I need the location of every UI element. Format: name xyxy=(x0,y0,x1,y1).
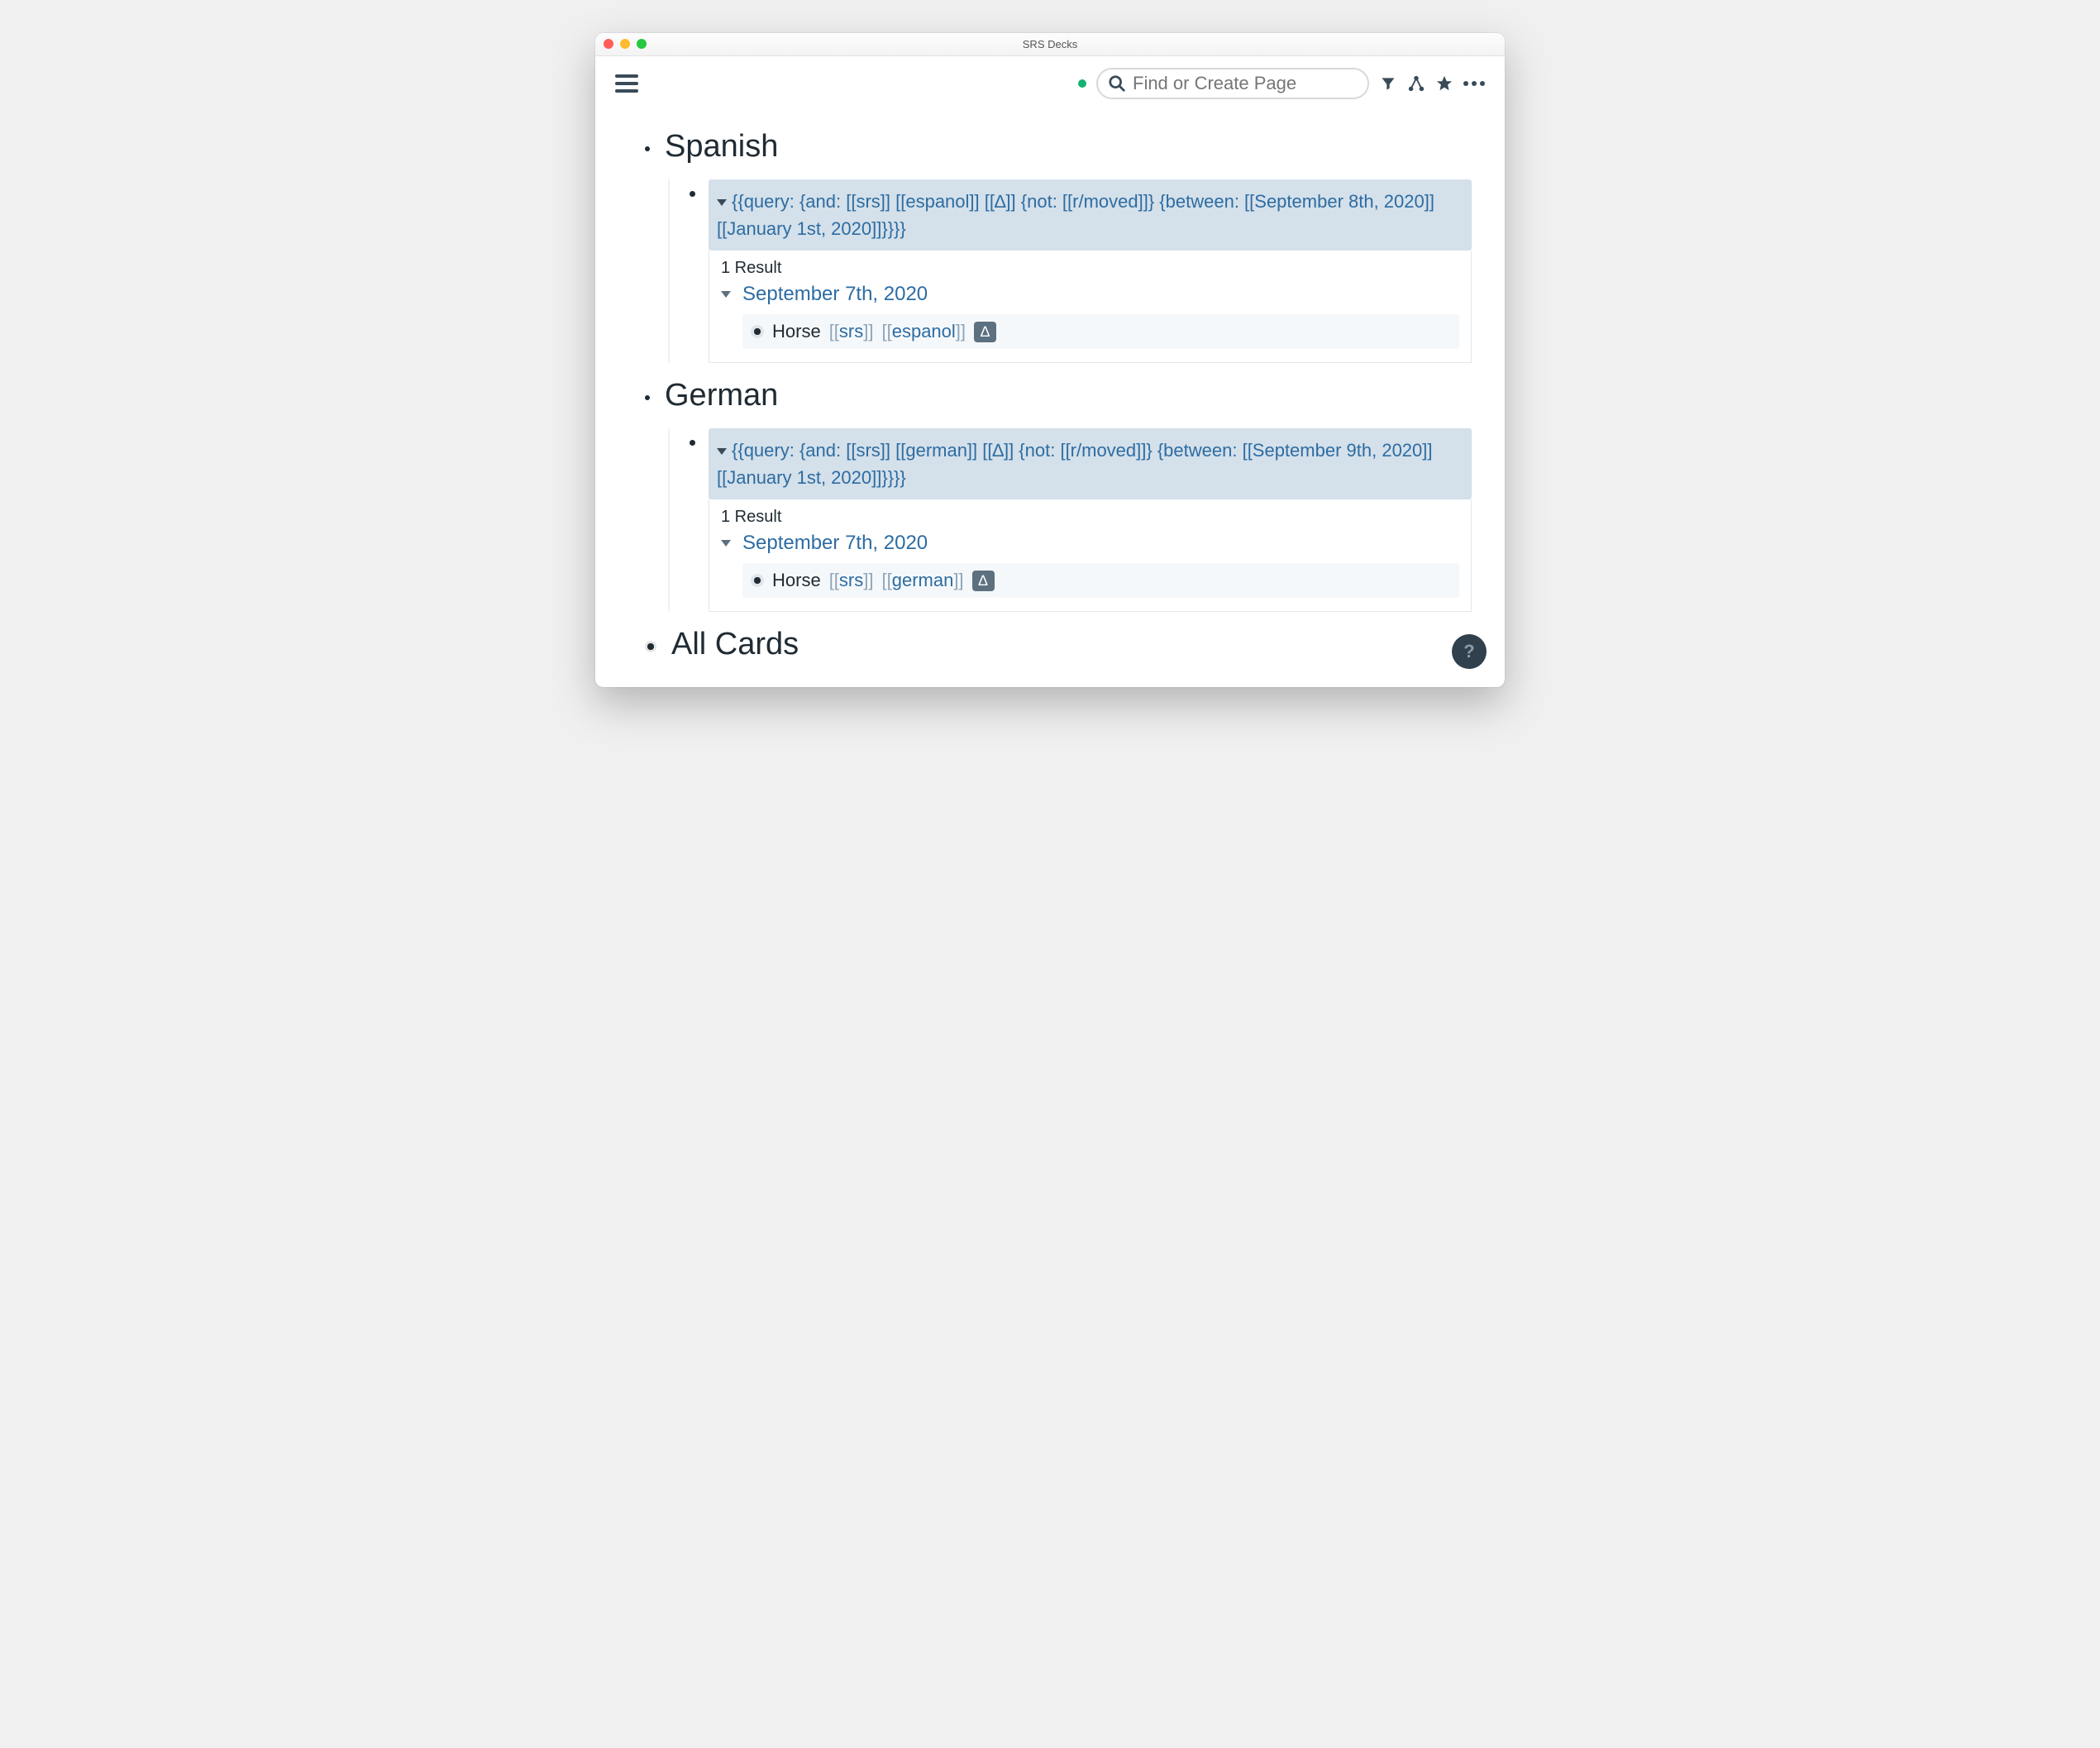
tag-link-espanol[interactable]: [[espanol]] xyxy=(881,321,966,342)
query-block: {{query: {and: [[srs]] [[espanol]] [[∆]]… xyxy=(690,179,1472,363)
filter-icon[interactable] xyxy=(1379,74,1397,93)
result-card[interactable]: Horse [[srs]] [[german]] ∆ xyxy=(742,563,1459,598)
sync-status-indicator xyxy=(1078,79,1086,88)
zoom-window-button[interactable] xyxy=(637,39,647,49)
graph-icon[interactable] xyxy=(1407,74,1425,93)
tag-link-german[interactable]: [[german]] xyxy=(881,570,963,591)
titlebar: SRS Decks xyxy=(595,33,1505,56)
query-text[interactable]: {{query: {and: [[srs]] [[espanol]] [[∆]]… xyxy=(709,179,1472,251)
query-results: 1 Result September 7th, 2020 Horse [[srs… xyxy=(709,499,1472,612)
window-title: SRS Decks xyxy=(1023,38,1077,50)
result-count: 1 Result xyxy=(721,259,1459,278)
close-window-button[interactable] xyxy=(604,39,613,49)
topbar xyxy=(595,56,1505,107)
window-controls xyxy=(604,39,647,49)
bullet-icon[interactable] xyxy=(645,395,650,400)
menu-icon[interactable] xyxy=(615,74,638,93)
bullet-icon[interactable] xyxy=(690,440,695,446)
section-all-cards: All Cards xyxy=(645,627,1472,662)
bullet-icon[interactable] xyxy=(690,191,695,197)
caret-down-icon[interactable] xyxy=(721,291,731,298)
search-field[interactable] xyxy=(1096,68,1369,99)
more-icon[interactable] xyxy=(1463,81,1485,86)
section-german: German {{query: {and: [[srs]] [[german]]… xyxy=(645,378,1472,612)
bullet-icon[interactable] xyxy=(751,574,764,587)
result-count: 1 Result xyxy=(721,508,1459,527)
bullet-icon[interactable] xyxy=(751,325,764,338)
delta-badge[interactable]: ∆ xyxy=(974,322,996,342)
search-icon xyxy=(1108,74,1126,93)
tag-link-srs[interactable]: [[srs]] xyxy=(829,321,874,342)
section-heading[interactable]: German xyxy=(665,378,778,413)
caret-down-icon[interactable] xyxy=(717,199,727,206)
card-text[interactable]: Horse xyxy=(772,321,821,342)
app-window: SRS Decks xyxy=(595,33,1505,687)
delta-badge[interactable]: ∆ xyxy=(972,571,995,591)
minimize-window-button[interactable] xyxy=(620,39,630,49)
section-heading[interactable]: All Cards xyxy=(671,627,799,662)
query-block: {{query: {and: [[srs]] [[german]] [[∆]] … xyxy=(690,428,1472,612)
star-icon[interactable] xyxy=(1435,74,1453,93)
tag-link-srs[interactable]: [[srs]] xyxy=(829,570,874,591)
result-date-link[interactable]: September 7th, 2020 xyxy=(742,532,928,555)
query-results: 1 Result September 7th, 2020 Horse [[srs… xyxy=(709,251,1472,363)
result-card[interactable]: Horse [[srs]] [[espanol]] ∆ xyxy=(742,314,1459,349)
caret-down-icon[interactable] xyxy=(717,448,727,455)
result-date-row[interactable]: September 7th, 2020 xyxy=(721,283,1459,306)
query-text[interactable]: {{query: {and: [[srs]] [[german]] [[∆]] … xyxy=(709,428,1472,499)
section-heading[interactable]: Spanish xyxy=(665,129,778,165)
help-icon: ? xyxy=(1463,641,1474,662)
help-button[interactable]: ? xyxy=(1452,634,1487,669)
card-text[interactable]: Horse xyxy=(772,570,821,591)
section-spanish: Spanish {{query: {and: [[srs]] [[espanol… xyxy=(645,129,1472,363)
caret-down-icon[interactable] xyxy=(721,540,731,547)
result-date-row[interactable]: September 7th, 2020 xyxy=(721,532,1459,555)
result-date-link[interactable]: September 7th, 2020 xyxy=(742,283,928,306)
page-content: Spanish {{query: {and: [[srs]] [[espanol… xyxy=(595,107,1505,687)
search-input[interactable] xyxy=(1133,73,1354,94)
bullet-icon[interactable] xyxy=(645,641,656,652)
bullet-icon[interactable] xyxy=(645,146,650,151)
